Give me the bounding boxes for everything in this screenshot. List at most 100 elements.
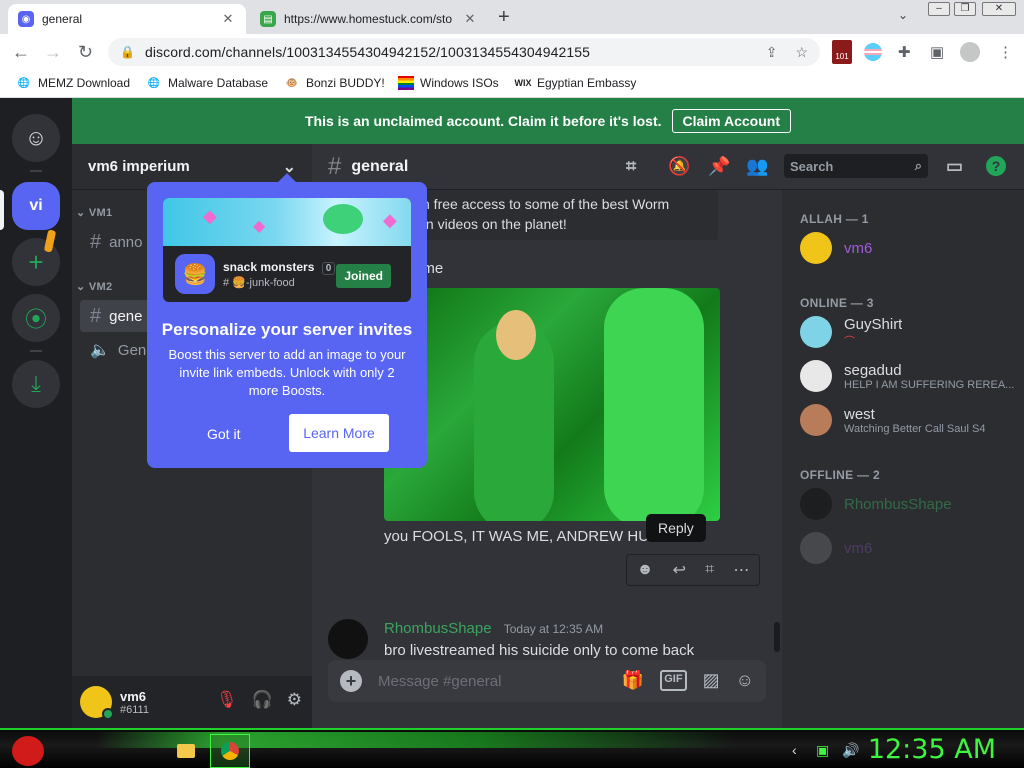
username: vm6: [120, 688, 147, 704]
maximize-button[interactable]: ❐: [954, 2, 976, 16]
extension-badge[interactable]: 101: [832, 40, 852, 64]
channel-label: gene: [109, 307, 143, 325]
threads-icon[interactable]: ⌗: [626, 156, 636, 177]
tray-chevron-icon[interactable]: ‹: [792, 742, 797, 758]
user-info[interactable]: vm6 #6111: [120, 689, 149, 716]
member-list-icon[interactable]: 👥: [746, 156, 768, 177]
member-name: segadud: [844, 361, 902, 379]
bookmark-star-icon[interactable]: ☆: [795, 44, 808, 61]
member-item[interactable]: vm6: [800, 526, 1020, 570]
member-name: west: [844, 405, 875, 423]
upload-plus-icon[interactable]: +: [340, 670, 362, 692]
personalize-invites-popover: ◆ ◆ ◆ 🍔 snack monsters 0 # 🍔-junk-food J…: [147, 182, 427, 468]
gift-icon[interactable]: 🎁: [622, 670, 644, 691]
notification-muted-icon[interactable]: 🔕: [668, 156, 690, 177]
chrome-taskbar-icon[interactable]: [210, 734, 250, 768]
download-apps-icon[interactable]: ⤓: [12, 360, 60, 408]
message-text: bro livestreamed his suicide only to com…: [384, 642, 695, 659]
crystal-icon: ◆: [253, 218, 266, 235]
bookmark-bonzi-buddy[interactable]: 🐵 Bonzi BUDDY!: [284, 76, 385, 90]
mascot-icon: [323, 204, 363, 234]
image-face: [496, 310, 536, 360]
divider: [30, 350, 42, 352]
popover-title: Personalize your server invites: [161, 320, 413, 339]
search-input[interactable]: Search ⌕: [784, 154, 928, 178]
close-window-button[interactable]: ✕: [982, 2, 1016, 16]
explore-compass-icon[interactable]: ⦿: [12, 294, 60, 342]
scrollbar-thumb[interactable]: [774, 622, 780, 652]
avatar[interactable]: [80, 686, 114, 720]
reload-icon[interactable]: ↻: [78, 42, 93, 63]
address-bar[interactable]: 🔒 discord.com/channels/10031345543049421…: [108, 38, 820, 66]
flag-extension-icon[interactable]: [864, 43, 882, 61]
discord-home-icon[interactable]: ☺: [12, 114, 60, 162]
chevron-down-icon[interactable]: ⌄: [283, 157, 296, 177]
menu-kebab-icon[interactable]: ⋮: [998, 43, 1013, 61]
reply-icon[interactable]: ↩: [673, 560, 686, 580]
category-vm2[interactable]: ⌄ VM2: [76, 280, 112, 293]
member-group-label: ONLINE — 3: [800, 296, 874, 310]
member-item[interactable]: GuyShirt ⌒: [800, 310, 1020, 354]
member-group-label: OFFLINE — 2: [800, 468, 880, 482]
joined-button[interactable]: Joined: [336, 264, 391, 288]
create-thread-icon[interactable]: ⌗: [705, 561, 714, 579]
bookmark-windows-isos[interactable]: Windows ISOs: [398, 76, 499, 90]
member-item[interactable]: west Watching Better Call Saul S4: [800, 398, 1020, 442]
avatar[interactable]: [328, 619, 368, 659]
headphones-icon[interactable]: 🎧: [252, 690, 273, 710]
tab-close-icon[interactable]: ✕: [220, 11, 236, 27]
sticker-icon[interactable]: ▨: [703, 670, 720, 691]
claim-account-button[interactable]: Claim Account: [671, 109, 791, 133]
bookmark-malware-database[interactable]: 🌐 Malware Database: [146, 76, 268, 90]
tab-general[interactable]: ◉ general ✕: [8, 4, 246, 34]
settings-gear-icon[interactable]: ⚙: [287, 690, 302, 710]
minimize-button[interactable]: ‒: [928, 2, 950, 16]
add-reaction-icon[interactable]: ☻: [637, 561, 654, 579]
user-controls: 🎙 🎧 ⚙: [216, 690, 302, 710]
embed-preview: s with free access to some of the best W…: [384, 190, 718, 240]
battery-icon[interactable]: ▣: [816, 742, 829, 759]
member-list: ALLAH — 1 vm6 ONLINE — 3 GuyShirt ⌒ segad…: [782, 190, 1024, 728]
server-vm6-imperium[interactable]: vi: [12, 182, 60, 230]
bookmark-egyptian-embassy[interactable]: WIX Egyptian Embassy: [515, 76, 637, 90]
member-item[interactable]: segadud HELP I AM SUFFERING REREA...: [800, 354, 1020, 398]
back-arrow-icon[interactable]: ←: [12, 42, 30, 63]
volume-icon[interactable]: 🔊: [842, 742, 859, 759]
message-image-attachment[interactable]: [384, 288, 720, 521]
category-vm1[interactable]: ⌄ VM1: [76, 206, 112, 219]
help-icon[interactable]: ?: [986, 156, 1006, 176]
emoji-icon[interactable]: ☺: [736, 670, 754, 691]
selected-indicator: [0, 190, 4, 230]
inbox-icon[interactable]: ▭: [946, 156, 963, 177]
mute-microphone-icon[interactable]: 🎙: [216, 690, 238, 710]
bonzi-icon: 🐵: [285, 77, 299, 89]
bookmark-memz[interactable]: 🌐 MEMZ Download: [16, 76, 130, 90]
tab-search-chevron-icon[interactable]: ⌄: [898, 8, 908, 22]
profile-avatar-icon[interactable]: [960, 42, 980, 62]
tab-title: general: [42, 12, 83, 26]
lock-icon[interactable]: 🔒: [120, 45, 135, 59]
learn-more-button[interactable]: Learn More: [289, 414, 389, 452]
file-explorer-icon[interactable]: [166, 734, 206, 768]
message-author[interactable]: RhombusShape: [384, 620, 492, 637]
side-panel-icon[interactable]: ▣: [930, 43, 944, 61]
bookmark-label: Bonzi BUDDY!: [306, 76, 385, 90]
bookmark-label: Malware Database: [168, 76, 269, 90]
taskbar-clock[interactable]: 12:35 AM: [868, 734, 996, 765]
member-item[interactable]: RhombusShape: [800, 482, 1020, 526]
more-options-icon[interactable]: ⋯: [733, 560, 749, 580]
globe-icon: 🌐: [17, 77, 31, 89]
share-icon[interactable]: ⇪: [766, 44, 778, 61]
extensions-puzzle-icon[interactable]: ✚: [898, 43, 911, 61]
new-tab-plus-icon[interactable]: +: [498, 6, 510, 29]
got-it-button[interactable]: Got it: [207, 426, 240, 442]
gif-button[interactable]: GIF: [660, 670, 687, 691]
tab-close-icon[interactable]: ✕: [462, 11, 478, 27]
pinned-messages-icon[interactable]: 📌: [708, 156, 730, 177]
forward-arrow-icon[interactable]: →: [44, 42, 62, 63]
rainbow-flag-icon: [398, 76, 414, 90]
member-item[interactable]: vm6: [800, 226, 1020, 270]
tab-homestuck[interactable]: ▤ https://www.homestuck.com/sto ✕: [250, 4, 488, 34]
start-angry-bird-icon[interactable]: [4, 734, 52, 768]
message-input[interactable]: + Message #general 🎁 GIF ▨ ☺: [328, 660, 766, 702]
